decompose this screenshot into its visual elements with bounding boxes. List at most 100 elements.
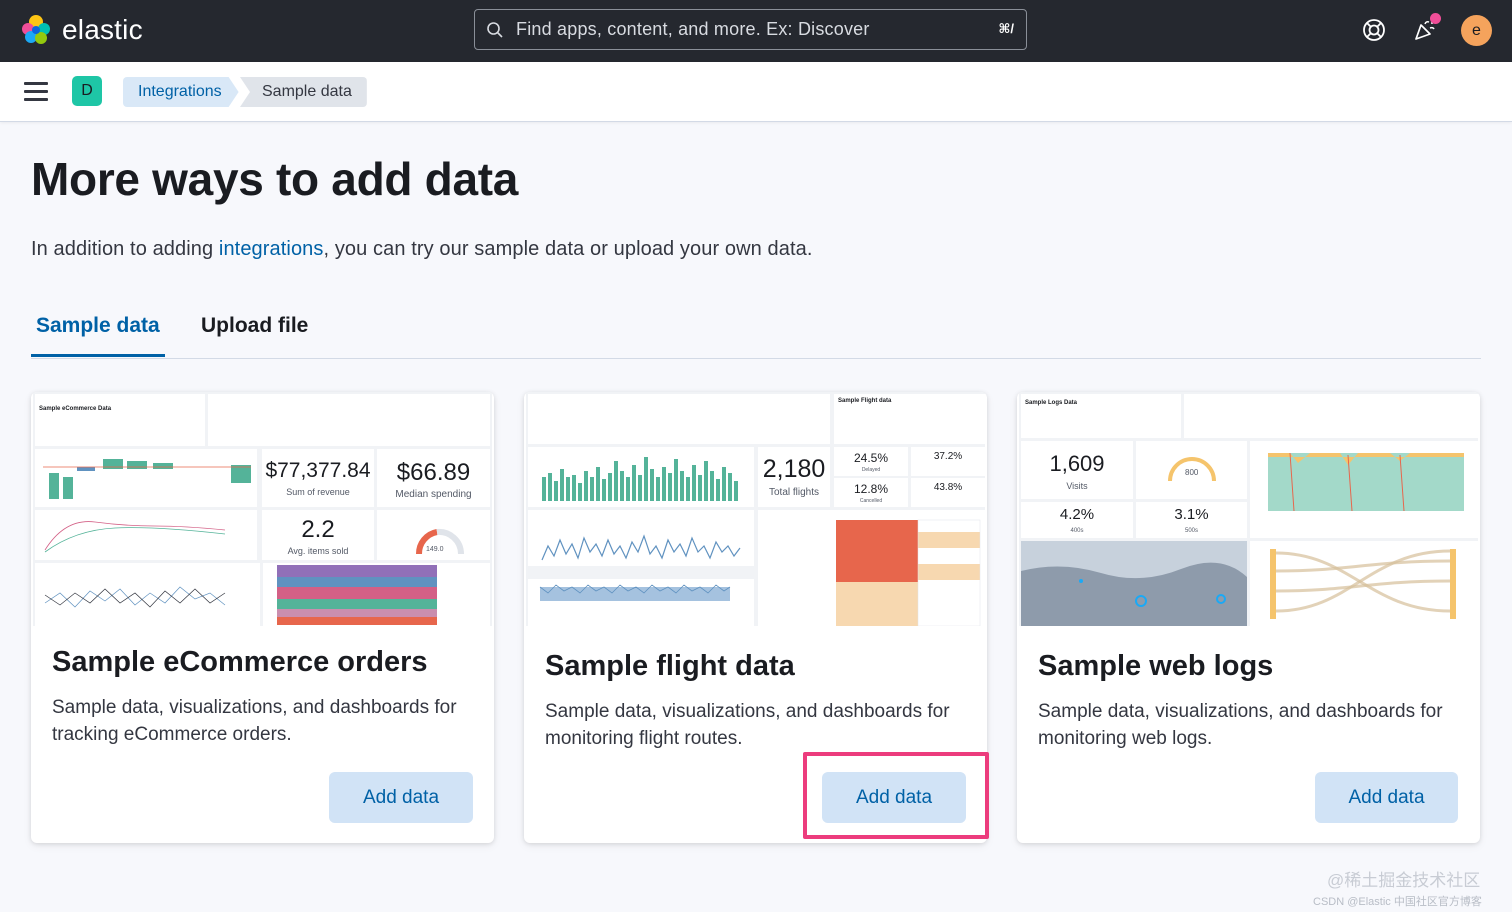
metric-value: 24.5% [853, 451, 889, 465]
preview-controls-panel [528, 394, 830, 444]
card-description: Sample data, visualizations, and dashboa… [52, 697, 457, 745]
metric-label: 500s [1184, 528, 1198, 534]
preview-metric-delay-pct: 37.2% [911, 447, 985, 476]
metric-value: 2,180 [762, 455, 826, 483]
preview-sankey [1250, 541, 1478, 626]
sankey-graphic [1270, 549, 1456, 619]
preview-delay-type-chart [528, 579, 754, 626]
metric-label: 400s [1070, 528, 1084, 534]
preview-controls-panel [208, 394, 490, 446]
preview-metric-400s: 4.2% 400s [1021, 502, 1133, 538]
add-data-button-ecommerce[interactable]: Add data [329, 772, 473, 823]
line-chart-graphic [44, 521, 226, 553]
preview-map [1021, 541, 1247, 626]
help-icon[interactable] [1360, 16, 1388, 44]
elastic-logo[interactable]: elastic [20, 14, 143, 46]
elastic-logo-icon [22, 15, 50, 44]
metric-value: 37.2% [933, 451, 963, 462]
space-selector-badge[interactable]: D [72, 76, 102, 106]
metric-value: 3.1% [1174, 506, 1209, 523]
notification-dot [1430, 13, 1441, 24]
add-data-button-web-logs[interactable]: Add data [1315, 772, 1458, 823]
card-title: Sample flight data [545, 650, 795, 682]
preview-metric-median: $66.89 Median spending [377, 449, 490, 507]
stacked-area-graphic [277, 565, 437, 625]
top-header: elastic Find apps, content, and more. Ex… [0, 0, 1512, 62]
preview-metric-revenue: $77,377.84 Sum of revenue [262, 449, 374, 507]
tab-sample-data[interactable]: Sample data [36, 314, 160, 338]
brand-name: elastic [62, 14, 143, 45]
user-avatar[interactable]: e [1461, 15, 1492, 46]
page-title: More ways to add data [31, 153, 519, 205]
metric-label: Total flights [768, 487, 820, 498]
intro-prefix: In addition to adding [31, 238, 219, 260]
preview-metric-500s: 3.1% 500s [1136, 502, 1247, 538]
card-title: Sample web logs [1038, 650, 1274, 682]
flights-dashboard-preview: Sample Flight data 2,180 Total flights 2… [526, 392, 985, 626]
intro-suffix: , you can try our sample data or upload … [323, 238, 813, 260]
preview-stacked-area [263, 563, 490, 626]
search-shortcut: ⌘/ [998, 21, 1014, 36]
metric-label: Sum of revenue [286, 487, 350, 497]
card-title: Sample eCommerce orders [52, 646, 428, 678]
preview-flight-count-chart [528, 447, 754, 507]
delays-graphic [528, 534, 754, 576]
map-graphic [1021, 541, 1247, 626]
preview-panel-title: Sample eCommerce Data [39, 406, 112, 412]
card-web-logs: Sample Logs Data 1,609 Visits 800 4.2% 4… [1017, 392, 1480, 843]
highlight-box [803, 752, 989, 839]
hamburger-icon [24, 82, 48, 85]
integrations-link[interactable]: integrations [219, 238, 324, 260]
metric-value: 1,609 [1049, 451, 1105, 476]
preview-metric-cancelled: 12.8% Cancelled [834, 478, 908, 507]
card-ecommerce: Sample eCommerce Data $77,377.84 Sum of … [31, 392, 494, 843]
delay-type-graphic [539, 584, 731, 601]
bar-chart-graphic [43, 459, 251, 499]
hamburger-line [24, 90, 48, 93]
metric-value: $77,377.84 [265, 459, 371, 482]
area-chart-graphic [1268, 452, 1464, 512]
search-placeholder: Find apps, content, and more. Ex: Discov… [516, 19, 870, 39]
preview-delays-chart [528, 510, 754, 576]
preview-metric-total-flights: 2,180 Total flights [758, 447, 830, 507]
breadcrumb-bar: D Integrations Sample data [0, 62, 1512, 122]
preview-controls-panel [1184, 394, 1478, 438]
gauge-value: 800 [1185, 468, 1199, 477]
preview-metric-cancel-pct: 43.8% [911, 478, 985, 507]
metric-value: 2.2 [301, 516, 335, 543]
breadcrumb-integrations[interactable]: Integrations [123, 77, 239, 107]
preview-metric-delayed: 24.5% Delayed [834, 447, 908, 476]
metric-value: $66.89 [396, 459, 471, 486]
active-tab-indicator [31, 354, 165, 357]
preview-response-codes-chart [1250, 441, 1478, 538]
preview-delay-table [758, 510, 985, 626]
menu-toggle-button[interactable] [24, 82, 48, 102]
metric-label: Cancelled [859, 498, 883, 504]
tab-upload-file[interactable]: Upload file [201, 314, 308, 338]
tab-list: Sample data Upload file [31, 306, 1481, 359]
flight-count-graphic [542, 457, 738, 501]
watermark-juejin: @稀土掘金技术社区 [1327, 871, 1481, 890]
preview-gauge: 149.0 [377, 510, 490, 560]
metric-value: 4.2% [1059, 506, 1095, 523]
metric-label: Avg. items sold [287, 546, 349, 556]
metric-label: Delayed [861, 467, 881, 473]
multi-line-graphic [44, 586, 226, 608]
metric-label: Visits [1066, 481, 1088, 491]
hamburger-line [24, 98, 48, 101]
preview-line-chart [35, 510, 257, 560]
intro-text: In addition to adding integrations, you … [31, 238, 813, 261]
metric-value: 43.8% [933, 482, 963, 493]
metric-value: 12.8% [853, 482, 889, 496]
global-search-input[interactable]: Find apps, content, and more. Ex: Discov… [474, 9, 1027, 50]
preview-markdown-panel: Sample Flight data [834, 394, 985, 444]
preview-gauge-visitors: 800 [1136, 441, 1247, 499]
breadcrumb-sample-data: Sample data [240, 77, 367, 107]
gauge-value: 149.0 [426, 546, 444, 553]
preview-metric-items: 2.2 Avg. items sold [262, 510, 374, 560]
watermark-csdn: CSDN @Elastic 中国社区官方博客 [1313, 896, 1482, 908]
preview-markdown-panel: Sample eCommerce Data [35, 394, 205, 446]
card-description: Sample data, visualizations, and dashboa… [545, 701, 950, 749]
preview-bar-chart [35, 449, 257, 507]
search-icon [487, 21, 503, 38]
